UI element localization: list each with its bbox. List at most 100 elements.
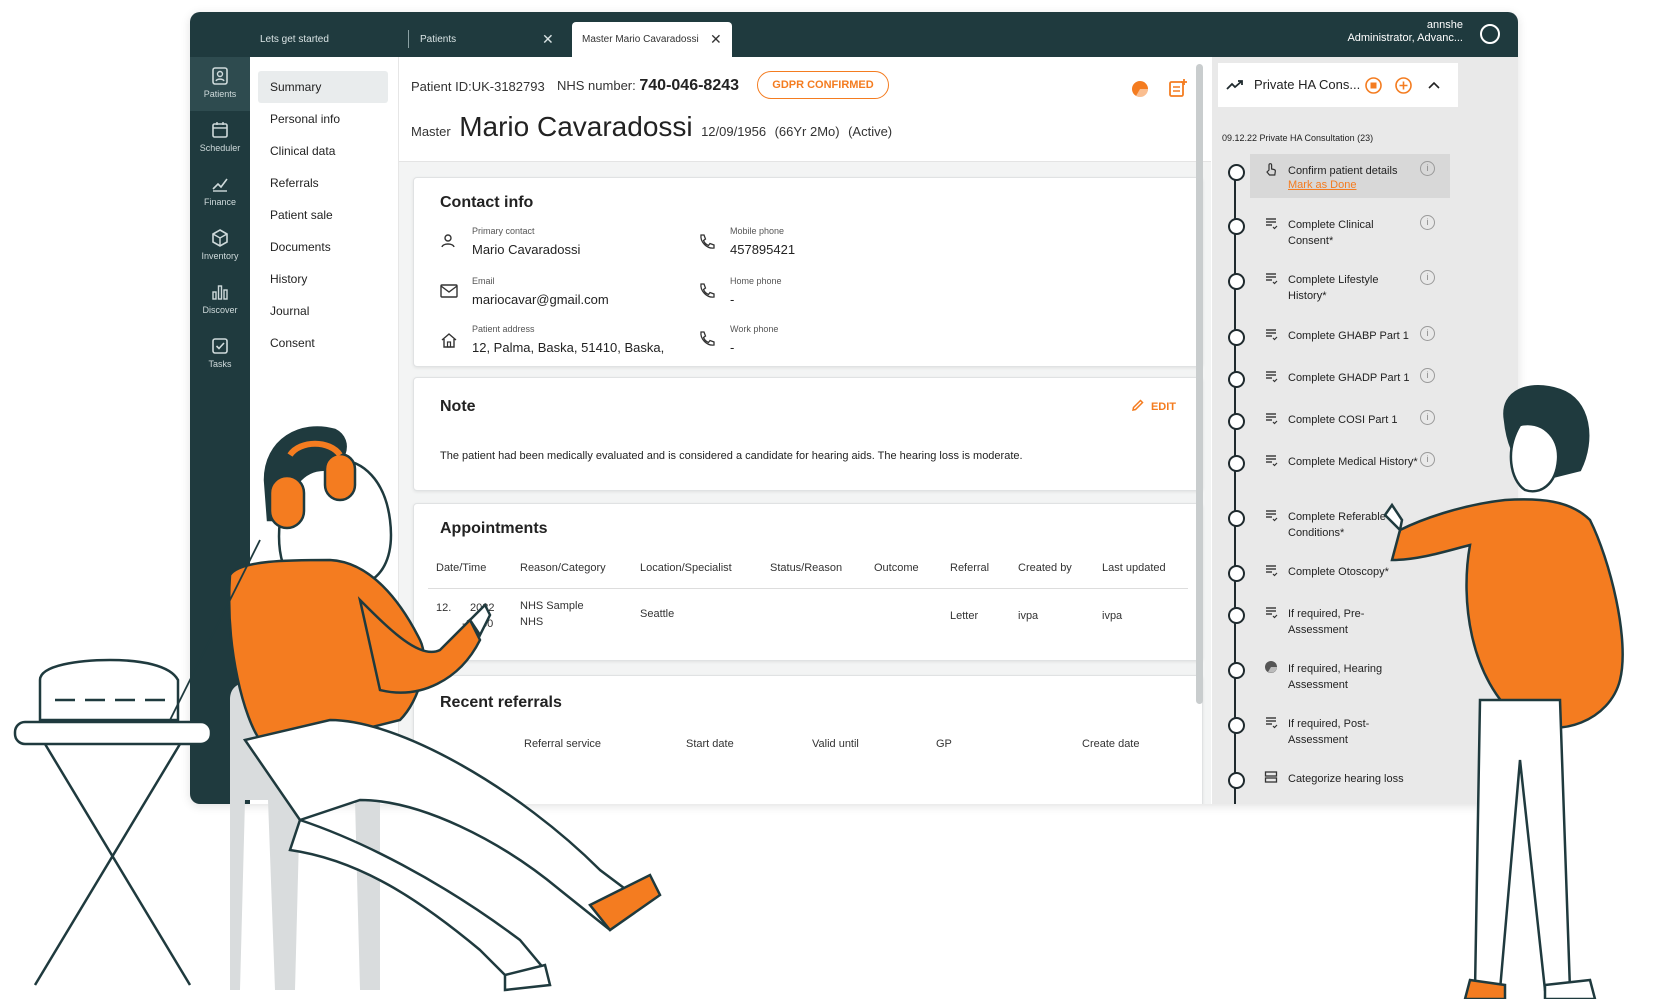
column-header[interactable]: Date/Time [436,562,486,574]
work-phone-label: Work phone [730,324,779,334]
submenu-documents[interactable]: Documents [258,231,388,263]
step-label: Categorize hearing loss [1288,773,1404,785]
workflow-step[interactable]: Complete Medical History* i [1212,449,1512,497]
edit-note-button[interactable]: EDIT [1131,398,1176,413]
column-header[interactable]: Created by [1018,562,1072,574]
nav-patients[interactable]: Patients [190,57,250,111]
patient-name: Mario Cavaradossi [459,111,693,142]
nav-inventory[interactable]: Inventory [190,219,250,273]
keyboard-stand-illustration [13,658,213,986]
column-header[interactable]: Status/Reason [770,562,842,574]
info-icon[interactable]: i [1420,368,1435,383]
nhs-label: NHS number: [557,78,636,93]
patient-age: (66Yr 2Mo) [774,124,840,139]
workflow-step[interactable]: Complete Clinical Consent* i [1212,212,1512,260]
contact-title: Contact info [440,194,534,211]
submenu-referrals[interactable]: Referrals [258,167,388,199]
tab-lets-get-started[interactable]: Lets get started [260,22,380,57]
patient-submenu: Summary Personal info Clinical data Refe… [250,57,399,804]
email-value[interactable]: mariocavar@gmail.com [472,292,609,307]
workflow-step[interactable]: If required, Post-Assessment [1212,711,1512,759]
step-marker [1228,662,1245,679]
workflow-step[interactable]: Complete GHADP Part 1 i [1212,365,1512,413]
tab-patient-master[interactable]: Master Mario Cavaradossi ✕ [572,22,732,57]
nav-scheduler[interactable]: Scheduler [190,111,250,165]
column-header[interactable]: Start date [686,738,734,750]
appointment-referral: Letter [950,610,979,622]
step-marker [1228,772,1245,789]
column-header[interactable]: Valid until [812,738,859,750]
nav-tasks[interactable]: Tasks [190,327,250,381]
nav-discover[interactable]: Discover [190,273,250,327]
column-header[interactable]: Location/Specialist [640,562,732,574]
step-marker [1228,164,1245,181]
edit-label: EDIT [1150,401,1176,413]
step-label: Complete Referable Conditions* [1288,511,1386,539]
trend-icon [1226,80,1243,90]
workflow-step[interactable]: Confirm patient details i Mark as Done [1212,158,1512,206]
referrals-title: Recent referrals [440,694,562,711]
note-card: Note EDIT The patient had been medically… [413,377,1203,491]
info-icon[interactable]: i [1420,410,1435,425]
step-label: Confirm patient details [1288,165,1398,177]
step-marker [1228,510,1245,527]
column-header[interactable]: Outcome [874,562,919,574]
tab-label: Master Mario Cavaradossi [582,34,699,45]
gdpr-badge[interactable]: GDPR CONFIRMED [757,71,889,99]
pie-status-icon[interactable] [1130,79,1150,99]
nav-finance[interactable]: Finance [190,165,250,219]
user-name: annshe [1426,19,1463,31]
submenu-consent[interactable]: Consent [258,327,388,359]
workflow-title: Private HA Cons... [1254,77,1361,92]
form-icon [1266,455,1278,467]
column-header[interactable]: Last updated [1102,562,1166,574]
column-header[interactable]: Referral [950,562,989,574]
chevron-up-icon[interactable] [1428,81,1440,89]
close-icon[interactable]: ✕ [542,22,554,57]
user-info[interactable]: annshe Administrator, Advanc... [1347,19,1463,45]
workflow-step[interactable]: Complete GHABP Part 1 i [1212,323,1512,371]
column-header[interactable]: Referral service [524,738,601,750]
submenu-personal-info[interactable]: Personal info [258,103,388,135]
add-icon[interactable] [1395,77,1412,94]
box-icon [212,229,228,247]
submenu-journal[interactable]: Journal [258,295,388,327]
workflow-step[interactable]: If required, Hearing Assessment [1212,656,1512,704]
work-phone-value: - [730,340,735,355]
column-header[interactable]: GP [936,738,952,750]
workflow-step[interactable]: Complete Referable Conditions* [1212,504,1512,552]
workflow-step[interactable]: Complete Otoscopy* [1212,559,1512,607]
user-avatar-icon[interactable] [1480,24,1500,44]
add-note-icon[interactable] [1167,77,1189,99]
info-icon[interactable]: i [1420,452,1435,467]
stop-icon[interactable] [1365,77,1382,94]
workflow-step[interactable]: Complete COSI Part 1 i [1212,407,1512,455]
tab-patients[interactable]: Patients ✕ [420,22,560,57]
close-icon[interactable]: ✕ [710,22,722,57]
patient-id: UK-3182793 [471,79,545,94]
step-marker [1228,717,1245,734]
main-scrollbar[interactable] [1196,64,1203,704]
submenu-history[interactable]: History [258,263,388,295]
info-icon[interactable]: i [1420,270,1435,285]
submenu-clinical-data[interactable]: Clinical data [258,135,388,167]
person-icon [441,234,455,248]
workflow-step[interactable]: If required, Pre-Assessment [1212,601,1512,649]
column-header[interactable]: Create date [1082,738,1139,750]
nav-label: Discover [202,305,238,315]
form-icon [1266,371,1278,383]
submenu-summary[interactable]: Summary [258,71,388,103]
workflow-step[interactable]: Categorize hearing loss [1212,766,1512,804]
workflow-step[interactable]: Complete Lifestyle History* i [1212,267,1512,315]
appointment-reason: NHS Sample [520,600,584,612]
info-icon[interactable]: i [1420,326,1435,341]
header-divider [428,588,1188,589]
column-header[interactable]: Reason/Category [520,562,606,574]
info-icon[interactable]: i [1420,215,1435,230]
form-icon [1266,413,1278,425]
step-label: If required, Post-Assessment [1288,718,1370,746]
user-role: Administrator, Advanc... [1347,32,1463,44]
info-icon[interactable]: i [1420,161,1435,176]
mark-as-done-link[interactable]: Mark as Done [1288,179,1356,191]
submenu-patient-sale[interactable]: Patient sale [258,199,388,231]
